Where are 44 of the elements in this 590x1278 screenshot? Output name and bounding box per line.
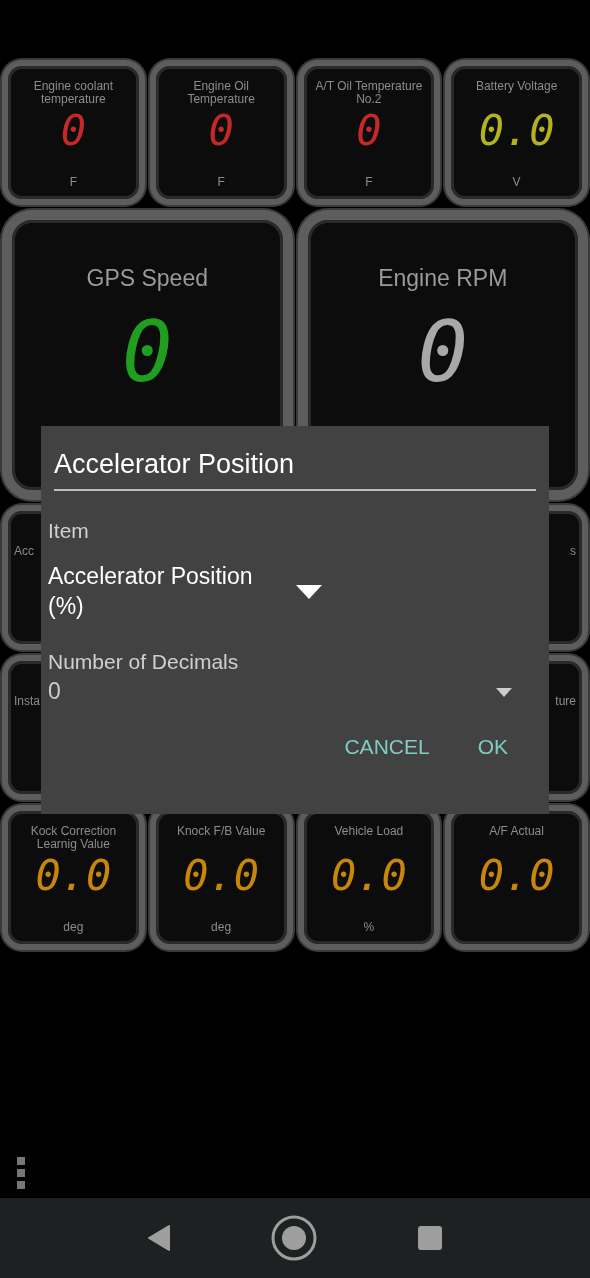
back-icon[interactable] [147, 1224, 171, 1252]
overflow-menu-icon[interactable] [16, 1156, 26, 1190]
gauge-reading: 0 [356, 110, 382, 152]
gauge-title: Kock Correction Learnig Value [29, 825, 118, 851]
gauge-reading: 0.0 [183, 855, 260, 897]
gauge-reading: 0 [208, 110, 234, 152]
dropdown-arrow-icon [296, 584, 322, 599]
gauge-title: Insta [14, 695, 40, 710]
gauge-title: GPS Speed [86, 266, 208, 292]
gauge-title: Battery Voltage [475, 80, 558, 95]
gauge-unit: F [217, 174, 225, 191]
gauge-reading: 0.0 [330, 855, 407, 897]
gauge-title: Vehicle Load [334, 825, 404, 840]
gauge-reading: 0.0 [478, 110, 555, 152]
gauge-unit: F [365, 174, 373, 191]
gauge-reading: 0 [60, 110, 86, 152]
gauge-title: Engine Oil Temperature [186, 80, 256, 106]
gauge-reading: 0 [121, 310, 173, 394]
ok-button[interactable]: OK [465, 723, 520, 771]
decimals-dropdown[interactable]: 0 [48, 677, 536, 708]
dropdown-arrow-icon [496, 687, 512, 697]
gauge-reading: 0.0 [478, 855, 555, 897]
gauge-title: A/F Actual [489, 825, 544, 840]
gauge-reading: 0 [417, 310, 469, 394]
gauge-title: Knock F/B Value [176, 825, 266, 840]
gauge-unit: deg [211, 919, 232, 936]
gauge-unit: V [512, 174, 521, 191]
gauge-title: s [570, 545, 576, 560]
cancel-button[interactable]: CANCEL [332, 723, 442, 771]
home-icon[interactable] [271, 1215, 317, 1261]
field-label: Number of Decimals [48, 648, 240, 675]
field-label: Item [48, 517, 90, 544]
gauge-unit: F [69, 174, 78, 191]
gauge-title: ture [555, 695, 576, 710]
gauge-title: Acc [14, 545, 34, 560]
item-dropdown[interactable]: Accelerator Position (%) [48, 562, 536, 622]
title-field[interactable]: Accelerator Position [54, 444, 536, 491]
gauge-unit: deg [63, 919, 84, 936]
gauge-reading: 0.0 [35, 855, 112, 897]
recent-apps-icon[interactable] [417, 1225, 443, 1251]
gauge-title: A/T Oil Temperature No.2 [314, 80, 424, 106]
gauge-title: Engine RPM [378, 266, 508, 292]
gauge-title: Engine coolant temperature [32, 80, 115, 106]
gauge-unit: % [363, 919, 375, 936]
